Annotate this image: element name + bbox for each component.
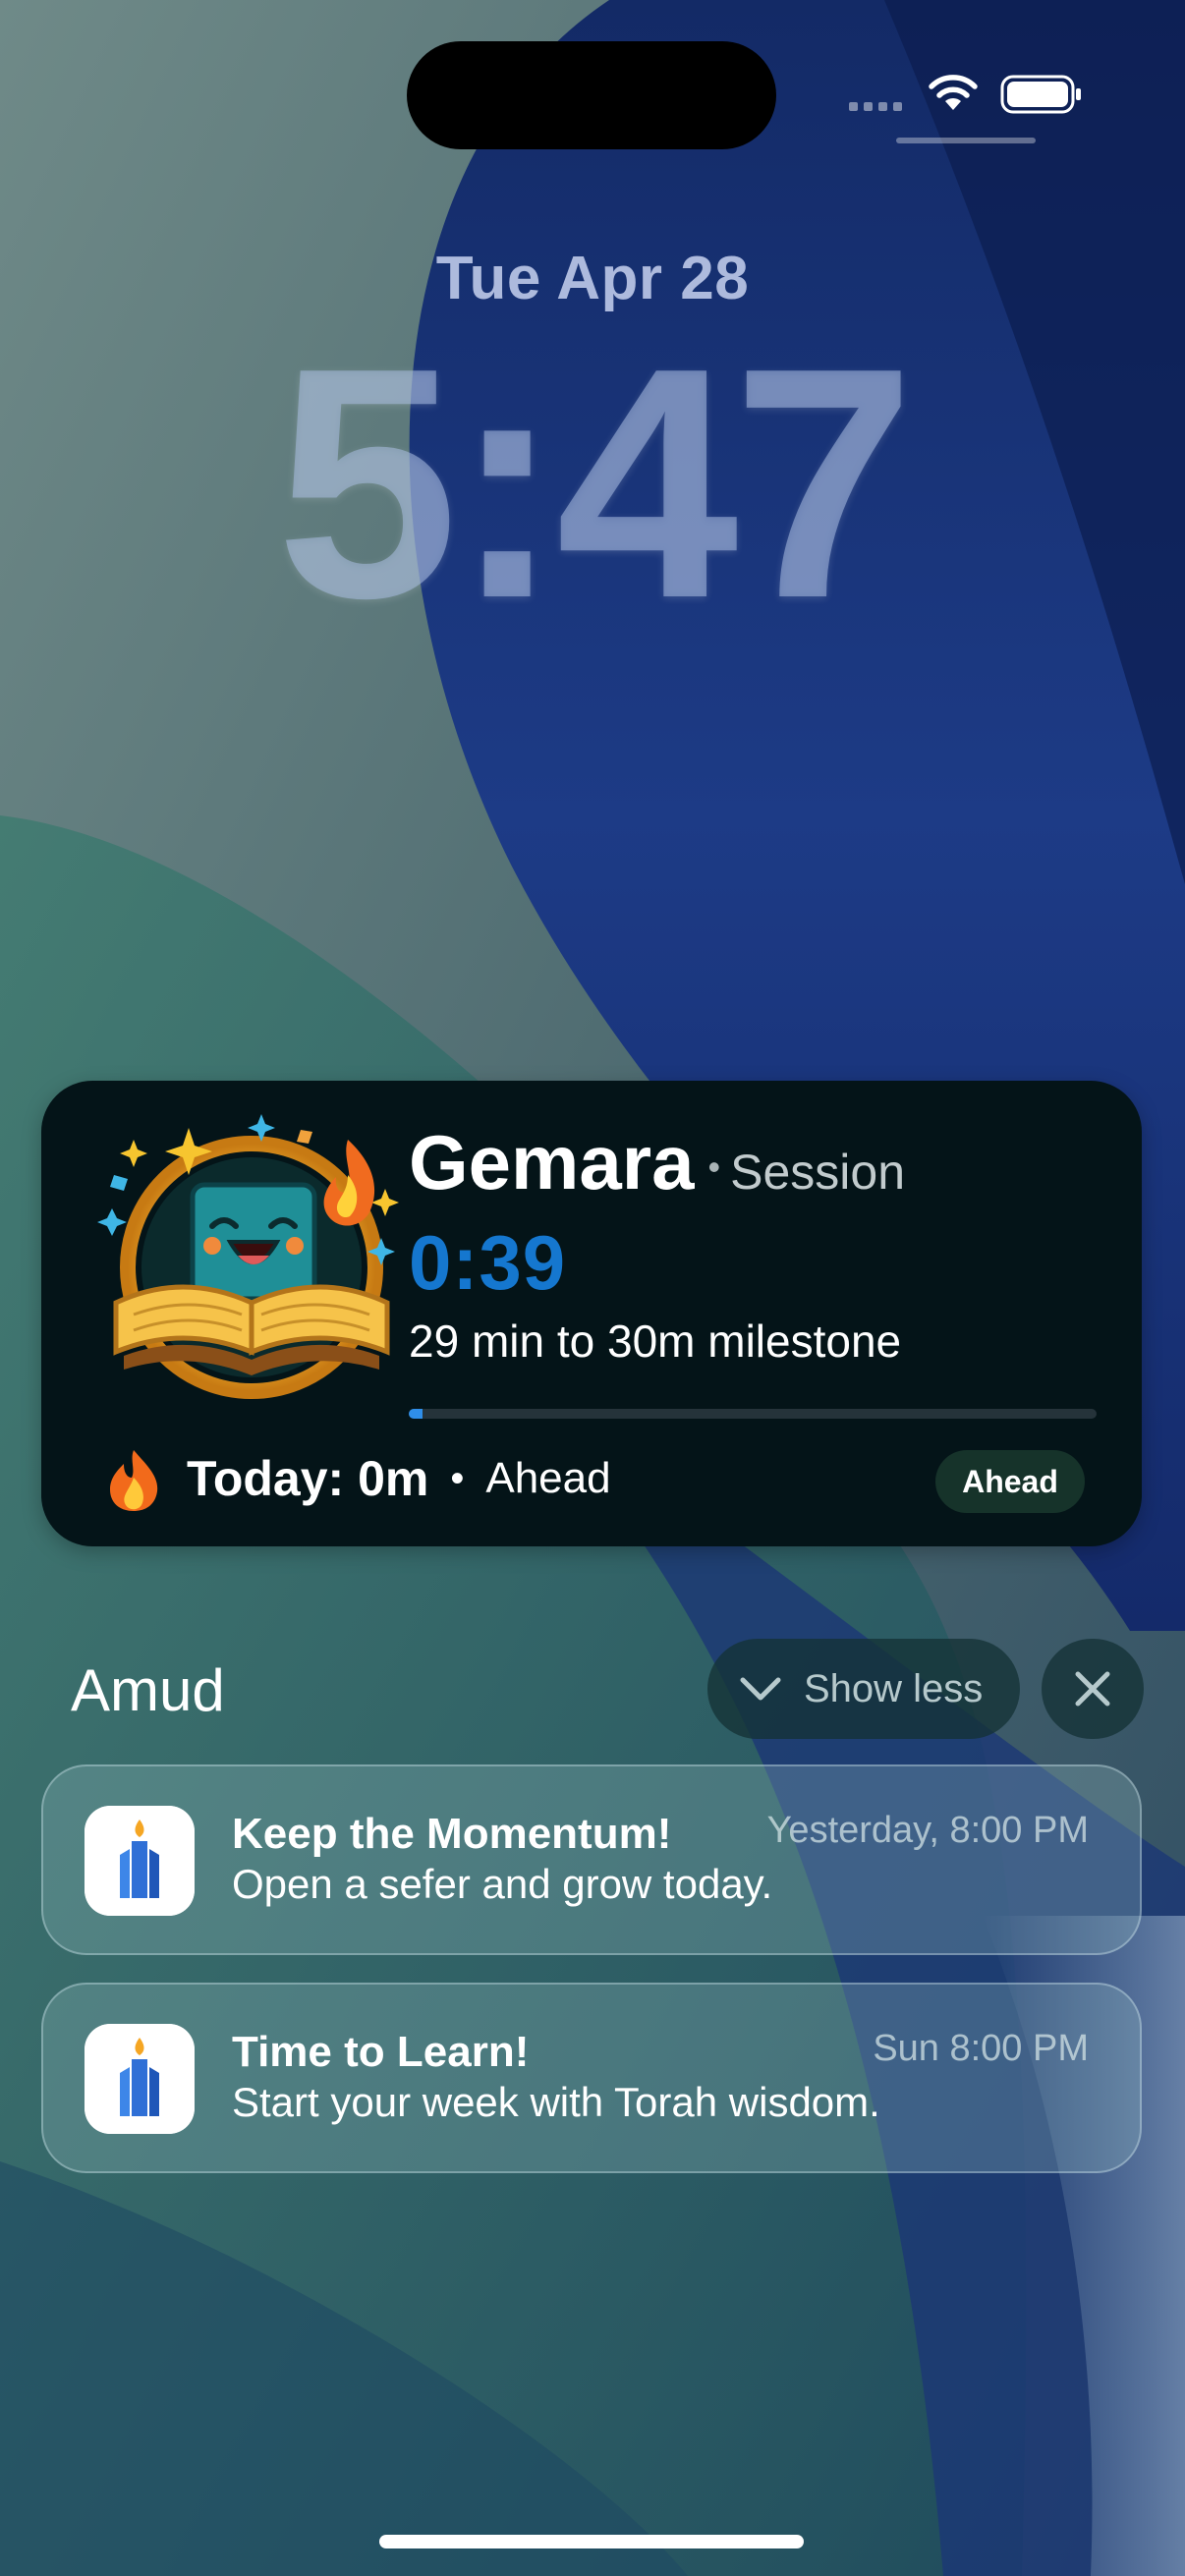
activity-footer: Today: 0m • Ahead bbox=[187, 1450, 611, 1507]
gemara-mascot-icon bbox=[97, 1114, 399, 1399]
notification-body: Open a sefer and grow today. bbox=[232, 1861, 773, 1907]
amud-app-icon bbox=[85, 2024, 195, 2134]
activity-timer: 0:39 bbox=[409, 1219, 567, 1306]
activity-progress-bar bbox=[409, 1409, 1097, 1419]
activity-separator: • bbox=[707, 1147, 721, 1187]
battery-icon bbox=[1000, 75, 1081, 114]
wifi-icon bbox=[929, 75, 978, 110]
show-less-button[interactable]: Show less bbox=[707, 1639, 1020, 1739]
activity-footer-separator: • bbox=[450, 1456, 465, 1500]
activity-today-total: Today: 0m bbox=[187, 1451, 429, 1506]
notification-title: Time to Learn! bbox=[232, 2028, 530, 2076]
notification-card[interactable]: Keep the Momentum! Open a sefer and grow… bbox=[41, 1764, 1142, 1955]
fire-icon bbox=[110, 1450, 158, 1511]
close-icon bbox=[1075, 1671, 1110, 1707]
dynamic-island bbox=[407, 41, 776, 149]
activity-subtitle: 29 min to 30m milestone bbox=[409, 1316, 902, 1367]
signal-dots-icon bbox=[849, 102, 902, 111]
activity-kind: Session bbox=[730, 1145, 906, 1200]
home-indicator[interactable] bbox=[379, 2535, 804, 2548]
notification-time: Yesterday, 8:00 PM bbox=[766, 1810, 1089, 1851]
activity-progress-fill bbox=[409, 1409, 423, 1419]
notification-body: Start your week with Torah wisdom. bbox=[232, 2079, 880, 2125]
activity-status-text: Ahead bbox=[485, 1454, 611, 1502]
status-underline bbox=[896, 138, 1036, 143]
activity-title-row: Gemara • Session bbox=[409, 1118, 905, 1207]
show-less-label: Show less bbox=[804, 1666, 984, 1710]
notification-group-title: Amud bbox=[71, 1657, 225, 1723]
clear-notifications-button[interactable] bbox=[1042, 1639, 1144, 1739]
notification-title: Keep the Momentum! bbox=[232, 1810, 672, 1858]
activity-status-badge: Ahead bbox=[935, 1450, 1085, 1513]
notification-time: Sun 8:00 PM bbox=[873, 2028, 1089, 2069]
lock-time: 5:47 bbox=[275, 300, 916, 666]
chevron-down-icon bbox=[740, 1677, 781, 1701]
amud-app-icon bbox=[85, 1806, 195, 1916]
notification-card[interactable]: Time to Learn! Start your week with Tora… bbox=[41, 1983, 1142, 2173]
live-activity-card[interactable]: Gemara • Session 0:39 29 min to 30m mile… bbox=[41, 1081, 1142, 1546]
activity-title: Gemara bbox=[409, 1119, 695, 1205]
